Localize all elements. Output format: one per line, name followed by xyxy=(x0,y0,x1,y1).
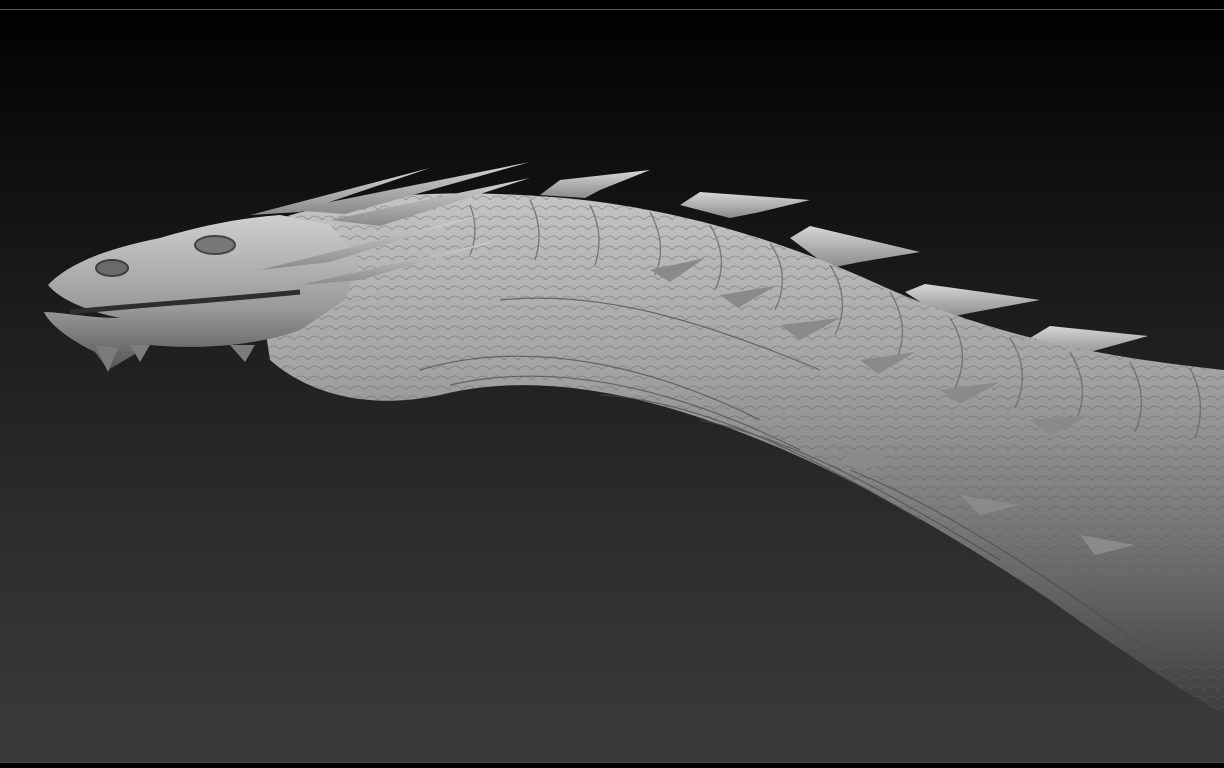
nostril xyxy=(95,259,129,277)
document-canvas[interactable] xyxy=(0,0,1224,768)
canvas-bottom-edge xyxy=(0,762,1224,768)
eye-socket xyxy=(194,235,236,255)
dragon-sculpt-icon[interactable] xyxy=(0,0,1224,768)
